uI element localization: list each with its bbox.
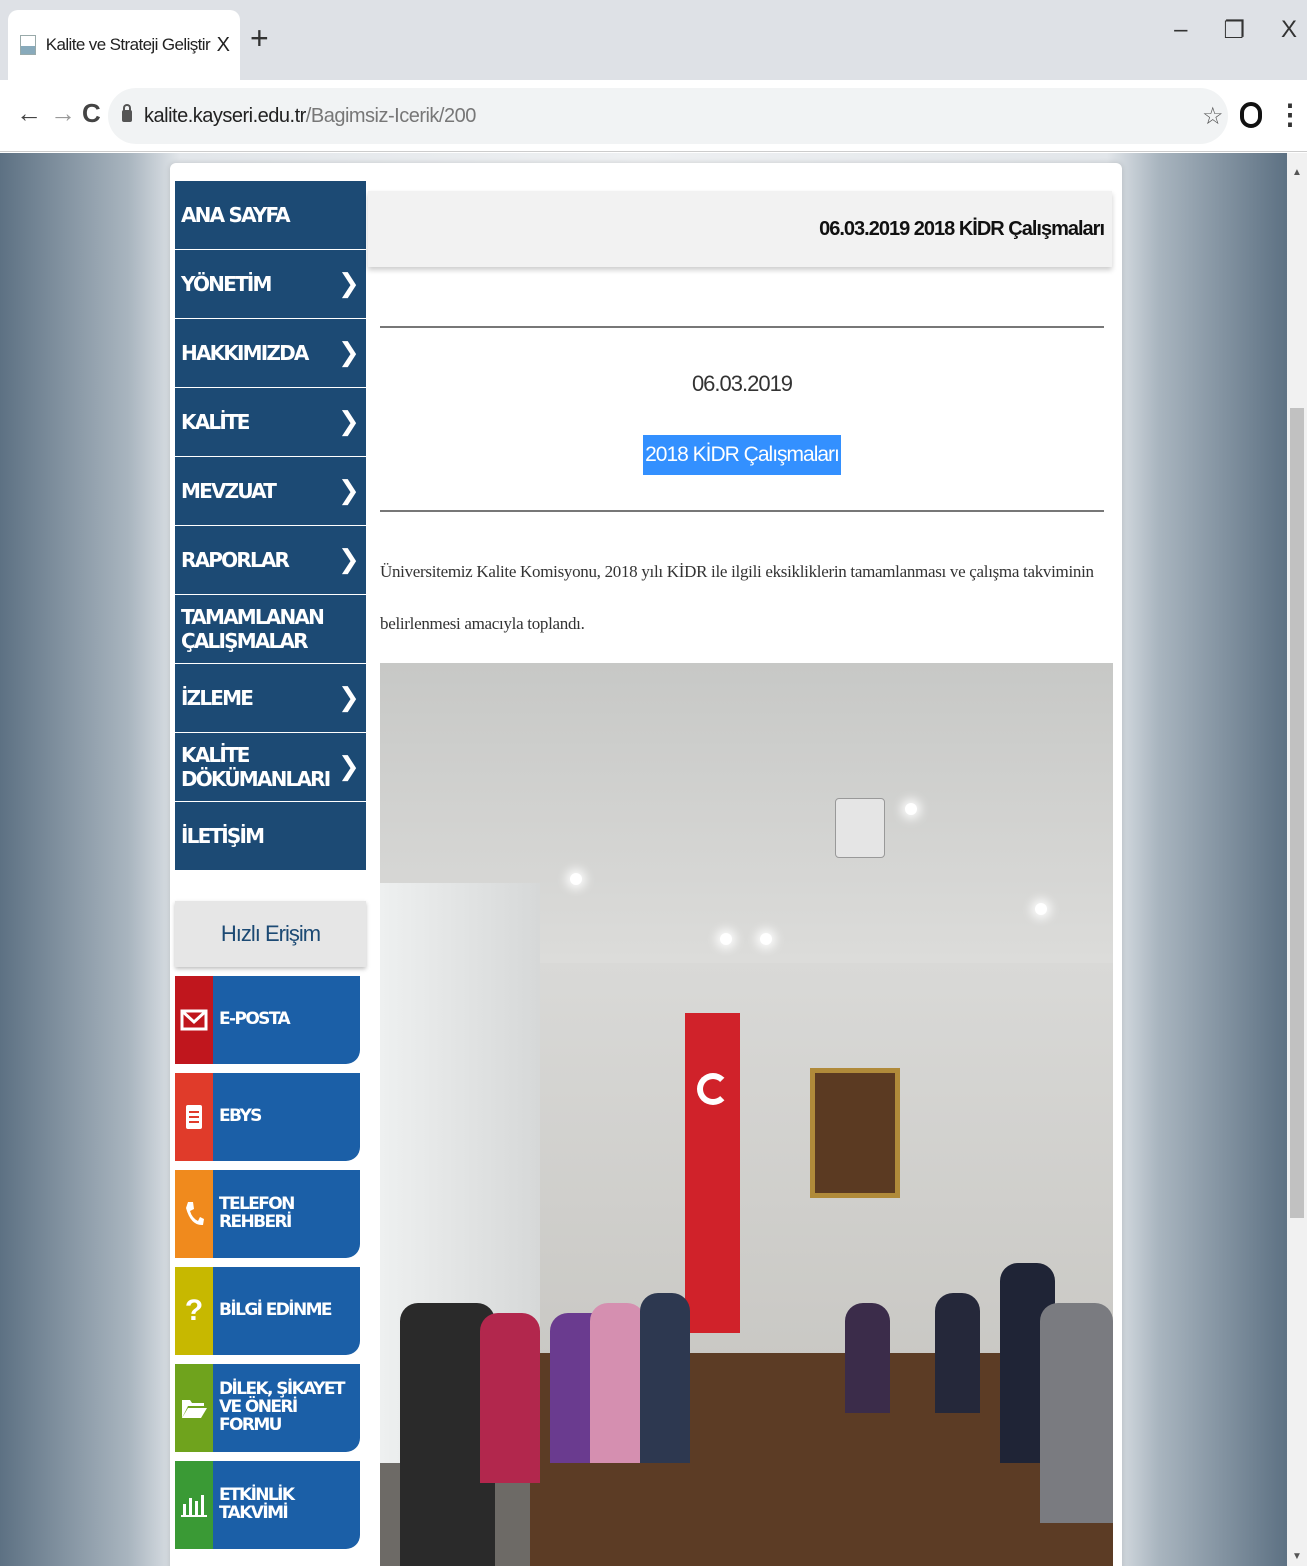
browser-tab[interactable]: Kalite ve Strateji Geliştirme Uygu X [8,10,240,80]
menu-item-label: İZLEME [181,686,254,710]
menu-item-label: KALİTE [181,410,250,434]
question-icon: ? [175,1267,213,1355]
chevron-right-icon: ❯ [338,338,360,368]
page-container: ANA SAYFA YÖNETİM ❯ HAKKIMIZDA ❯ KALİTE ❯ MEVZU… [170,163,1122,1566]
quick-access-item[interactable]: ? BİLGİ EDİNME [175,1267,366,1355]
phone-icon [175,1170,213,1258]
envelope-icon [175,976,213,1064]
menu-item[interactable]: MEVZUAT ❯ [175,457,366,526]
scroll-down-icon[interactable]: ▼ [1292,1551,1302,1562]
back-button[interactable]: ← [16,100,42,126]
menu-item-label: İLETİŞİM [181,824,265,848]
new-tab-button[interactable]: + [250,22,269,54]
chevron-right-icon: ❯ [338,545,360,575]
page-title: 06.03.2019 2018 KİDR Çalışmaları [368,191,1112,267]
chevron-right-icon: ❯ [338,683,360,713]
tab-close-button[interactable]: X [217,34,230,57]
quick-access-label: E-POSTA [213,976,360,1064]
page-favicon-icon [20,35,36,55]
painting [810,1068,900,1198]
quick-access-label: ETKİNLİK TAKVİMİ [213,1461,360,1549]
quick-access-label: TELEFON REHBERİ [213,1170,360,1258]
profile-icon[interactable] [1240,102,1262,128]
window-controls: – ❐ X [1174,16,1297,45]
chart-icon [175,1461,213,1549]
quick-access-item[interactable]: TELEFON REHBERİ [175,1170,366,1258]
chevron-right-icon: ❯ [338,752,360,782]
menu-item-label: YÖNETİM [181,272,272,296]
menu-item[interactable]: ANA SAYFA [175,181,366,250]
quick-access-label: BİLGİ EDİNME [213,1267,360,1355]
chevron-right-icon: ❯ [338,476,360,506]
quick-access-item[interactable]: EBYS [175,1073,366,1161]
quick-access-title: Hızlı Erişim [175,901,366,967]
menu-item[interactable]: RAPORLAR ❯ [175,526,366,595]
menu-item[interactable]: KALİTE ❯ [175,388,366,457]
folder-icon [175,1364,213,1452]
forward-button[interactable]: → [50,100,76,126]
flag [685,1013,740,1333]
restore-button[interactable]: ❐ [1223,16,1245,45]
browser-menu-button[interactable]: ⋮ [1276,98,1304,131]
menu-item[interactable]: İZLEME ❯ [175,664,366,733]
tab-title: Kalite ve Strateji Geliştirme Uygu [45,35,211,54]
menu-item-label: KALİTE DÖKÜMANLARI [181,743,331,791]
quick-access-label: DİLEK, ŞİKAYET VE ÖNERİ FORMU [213,1364,360,1452]
address-bar: ← → C kalite.kayseri.edu.tr/Bagimsiz-Ice… [0,80,1307,152]
menu-item-label: RAPORLAR [181,548,290,572]
menu-item[interactable]: İLETİŞİM [175,802,366,871]
menu-item-label: HAKKIMIZDA [181,341,309,365]
divider [380,326,1104,328]
url-input[interactable]: kalite.kayseri.edu.tr/Bagimsiz-Icerik/20… [108,88,1228,144]
news-date: 06.03.2019 [691,371,793,396]
menu-item[interactable]: YÖNETİM ❯ [175,250,366,319]
menu-item[interactable]: HAKKIMIZDA ❯ [175,319,366,388]
projector [835,798,885,858]
lock-icon [122,104,132,122]
news-title: 2018 KİDR Çalışmaları [643,435,841,475]
chevron-right-icon: ❯ [338,407,360,437]
page-viewport: ANA SAYFA YÖNETİM ❯ HAKKIMIZDA ❯ KALİTE ❯ MEVZU… [0,153,1287,1566]
quick-access-item[interactable]: ETKİNLİK TAKVİMİ [175,1461,366,1549]
tab-bar: Kalite ve Strateji Geliştirme Uygu X + –… [0,0,1307,80]
news-body: Üniversitemiz Kalite Komisyonu, 2018 yıl… [380,562,1094,633]
vertical-scrollbar[interactable]: ▲ ▼ [1287,153,1307,1566]
main-menu: ANA SAYFA YÖNETİM ❯ HAKKIMIZDA ❯ KALİTE ❯ MEVZU… [175,181,366,871]
menu-item[interactable]: TAMAMLANAN ÇALIŞMALAR [175,595,366,664]
scroll-thumb[interactable] [1290,408,1304,1218]
bookmark-star-icon[interactable]: ☆ [1202,102,1224,131]
meeting-photo [380,663,1113,1566]
reload-button[interactable]: C [82,100,101,126]
minimize-button[interactable]: – [1174,16,1187,45]
chevron-right-icon: ❯ [338,269,360,299]
quick-access-item[interactable]: DİLEK, ŞİKAYET VE ÖNERİ FORMU [175,1364,366,1452]
menu-item-label: TAMAMLANAN ÇALIŞMALAR [181,605,325,653]
quick-access-label: EBYS [213,1073,360,1161]
url-host: kalite.kayseri.edu.tr [144,104,306,127]
url-path: /Bagimsiz-Icerik/200 [305,104,477,127]
close-window-button[interactable]: X [1281,16,1297,45]
document-icon [175,1073,213,1161]
divider [380,510,1104,512]
quick-access: Hızlı Erişim E-POSTA EBYS TELEFON REHBERİ?… [175,901,366,1549]
menu-item-label: ANA SAYFA [181,203,291,227]
scroll-up-icon[interactable]: ▲ [1292,167,1302,178]
menu-item-label: MEVZUAT [181,479,277,503]
quick-access-item[interactable]: E-POSTA [175,976,366,1064]
menu-item[interactable]: KALİTE DÖKÜMANLARI ❯ [175,733,366,802]
